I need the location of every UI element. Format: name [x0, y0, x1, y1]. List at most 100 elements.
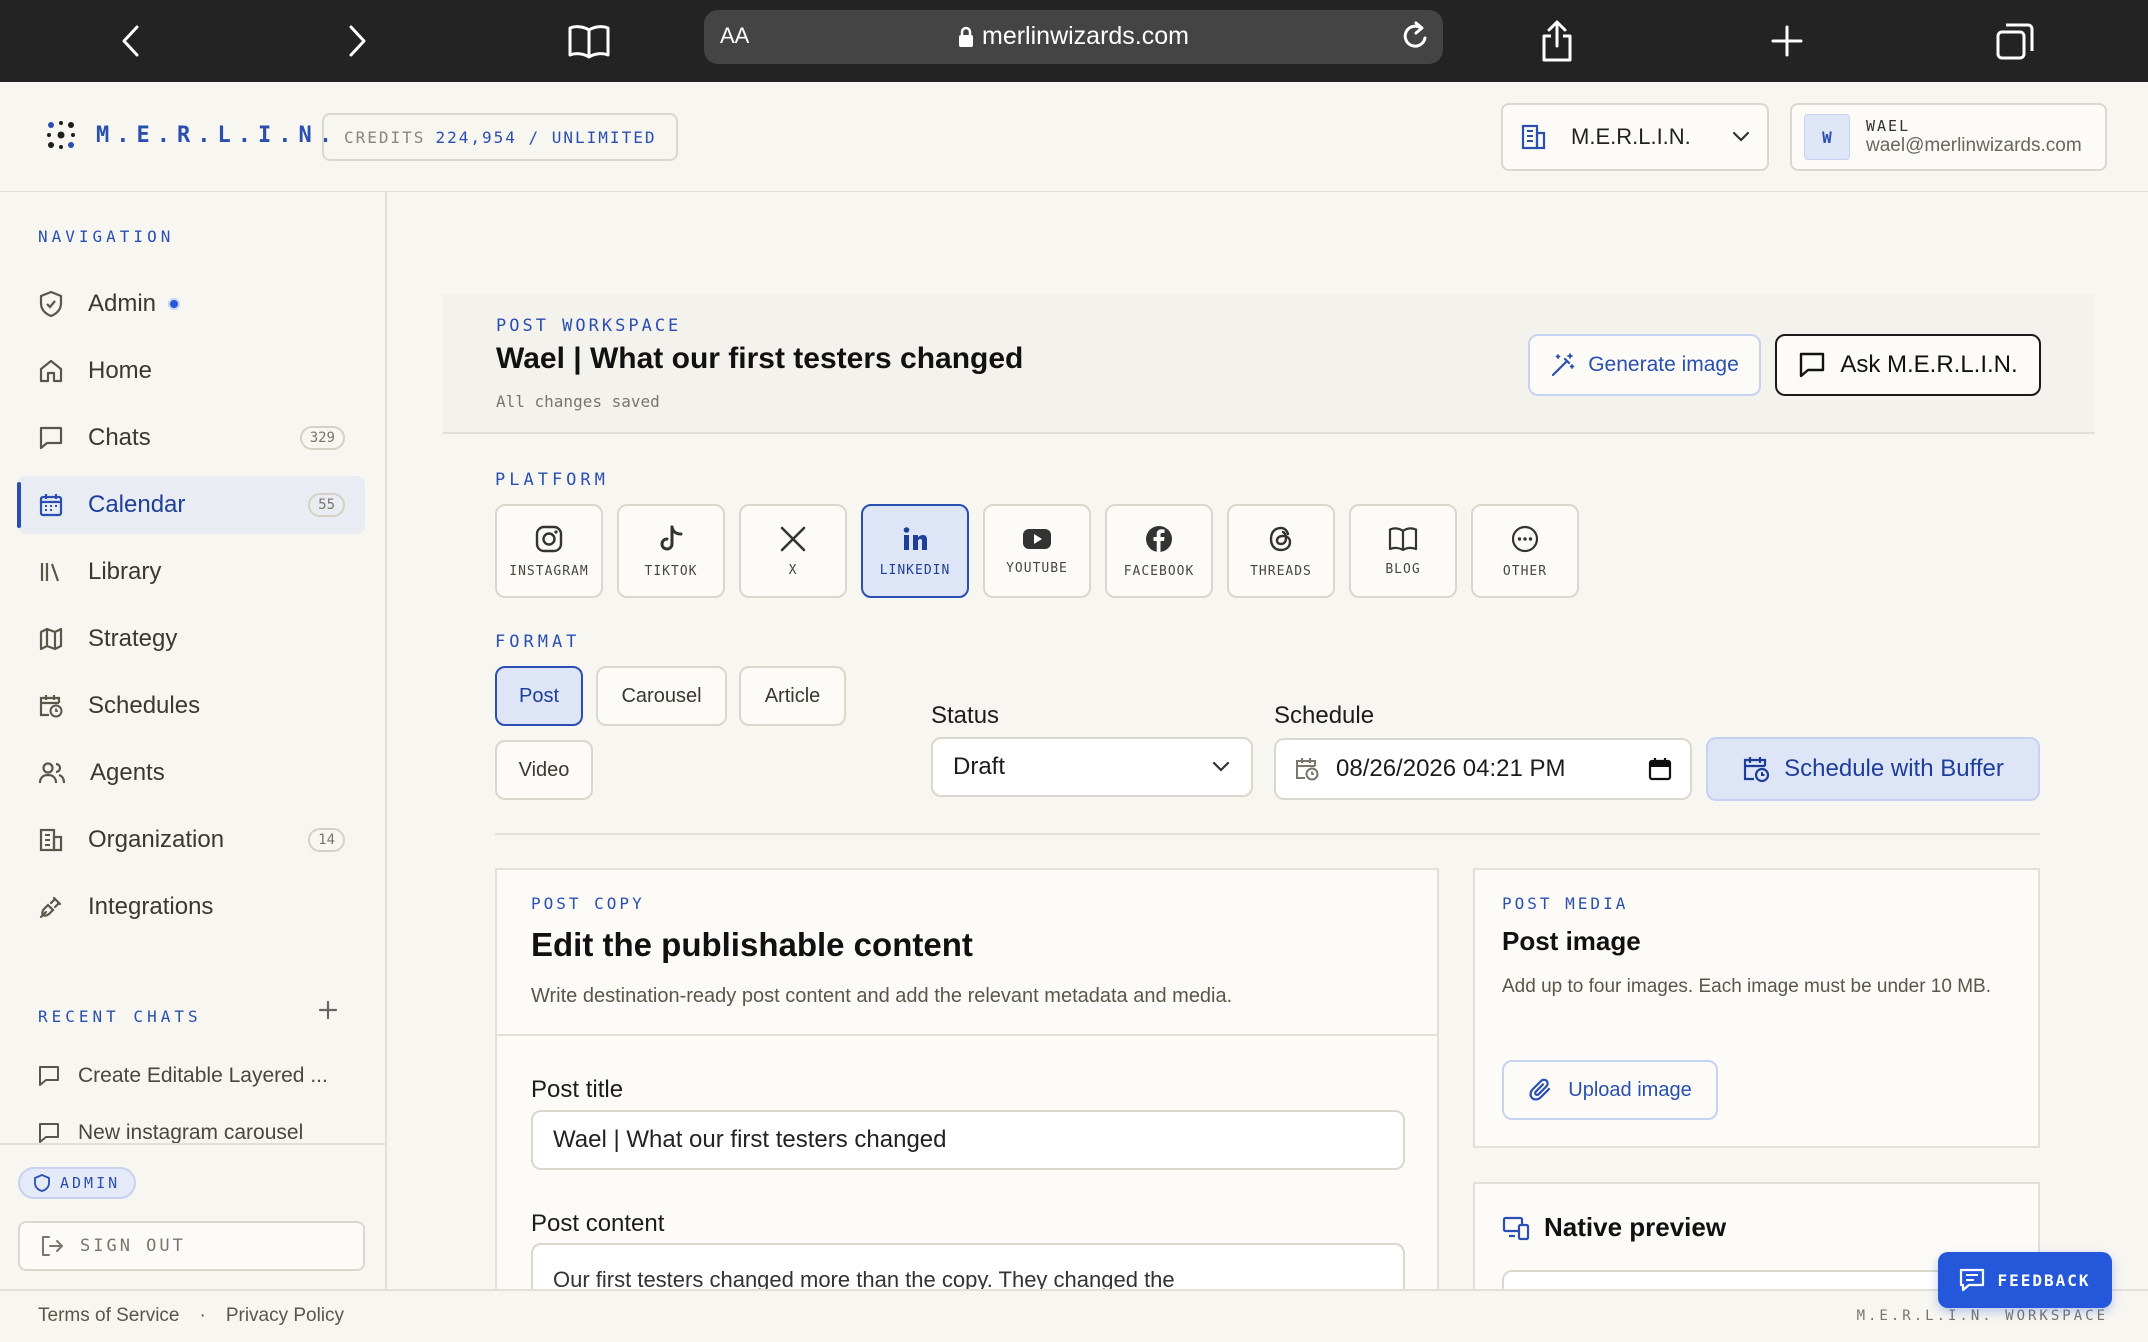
chevron-down-icon [1732, 131, 1750, 142]
sidebar-item-agents[interactable]: Agents [18, 744, 365, 802]
platform-option-tiktok[interactable]: TIKTOK [617, 504, 725, 598]
share-button[interactable] [1530, 14, 1584, 68]
forward-button[interactable] [330, 14, 384, 68]
chevron-left-icon [122, 25, 139, 57]
schedule-datetime-input[interactable]: 08/26/2026 04:21 PM [1274, 738, 1692, 800]
format-option-article[interactable]: Article [739, 666, 846, 726]
privacy-link[interactable]: Privacy Policy [226, 1305, 344, 1327]
instagram-icon [535, 525, 563, 552]
credits-label: CREDITS [344, 127, 426, 147]
sidebar-item-calendar[interactable]: Calendar 55 [17, 476, 365, 534]
save-status: All changes saved [496, 392, 660, 411]
sidebar-item-label: Organization [88, 826, 225, 853]
sign-out-button[interactable]: SIGN OUT [18, 1221, 365, 1271]
logo[interactable]: M.E.R.L.I.N. [46, 120, 339, 150]
sidebar-item-strategy[interactable]: Strategy [18, 610, 365, 668]
user-menu[interactable]: W WAEL wael@merlinwizards.com [1790, 103, 2107, 171]
divider [495, 833, 2040, 835]
address-bar[interactable]: AA merlinwizards.com [704, 10, 1443, 64]
schedule-with-buffer-button[interactable]: Schedule with Buffer [1706, 737, 2040, 801]
sidebar: NAVIGATION Admin Home Chats 329 Calendar… [0, 192, 387, 1289]
footer-separator: · [199, 1305, 206, 1326]
format-option-video[interactable]: Video [495, 740, 593, 800]
count-badge: 14 [308, 828, 345, 852]
recent-chat-item[interactable]: Create Editable Layered ... [38, 1064, 328, 1088]
user-email: wael@merlinwizards.com [1866, 135, 2082, 156]
sign-out-label: SIGN OUT [80, 1236, 186, 1256]
more-icon [1511, 525, 1539, 552]
credits-indicator: CREDITS 224,954 / UNLIMITED [322, 113, 679, 161]
calendar-picker-icon[interactable] [1648, 757, 1672, 781]
sidebar-item-schedules[interactable]: Schedules [18, 677, 365, 735]
platform-option-facebook[interactable]: FACEBOOK [1105, 504, 1213, 598]
building-icon [39, 828, 63, 852]
format-option-carousel[interactable]: Carousel [596, 666, 727, 726]
sidebar-item-label: Admin [88, 290, 157, 317]
platform-option-threads[interactable]: THREADS [1227, 504, 1335, 598]
new-chat-button[interactable] [318, 1000, 338, 1020]
footer-links: Terms of Service · Privacy Policy [38, 1305, 344, 1327]
credits-value: 224,954 / UNLIMITED [435, 127, 657, 147]
new-tab-button[interactable] [1760, 14, 1814, 68]
notification-dot [168, 298, 181, 310]
format-option-post[interactable]: Post [495, 666, 583, 726]
post-title-input[interactable]: Wael | What our first testers changed [531, 1110, 1405, 1170]
sidebar-item-admin[interactable]: Admin [18, 275, 365, 333]
status-label: Status [931, 702, 1000, 729]
admin-badge-label: ADMIN [60, 1174, 121, 1192]
feedback-button[interactable]: FEEDBACK [1938, 1252, 2112, 1308]
post-copy-description: Write destination-ready post content and… [531, 985, 1233, 1007]
post-content-textarea[interactable]: Our first testers changed more than the … [531, 1243, 1405, 1289]
sidebar-item-label: Strategy [88, 625, 178, 652]
sidebar-item-home[interactable]: Home [18, 342, 365, 400]
footer-brand: M.E.R.L.I.N. WORKSPACE [1856, 1308, 2108, 1324]
status-select[interactable]: Draft [931, 737, 1253, 797]
generate-image-label: Generate image [1588, 353, 1739, 376]
reload-button[interactable] [1399, 20, 1431, 54]
platform-option-other[interactable]: OTHER [1471, 504, 1579, 598]
sidebar-footer: ADMIN SIGN OUT [0, 1143, 385, 1289]
generate-image-button[interactable]: Generate image [1528, 334, 1761, 396]
platform-option-x[interactable]: X [739, 504, 847, 598]
terms-link[interactable]: Terms of Service [38, 1305, 179, 1327]
sidebar-item-label: Schedules [88, 692, 201, 719]
bookmarks-button[interactable] [562, 14, 616, 68]
url-display[interactable]: merlinwizards.com [704, 22, 1443, 51]
paperclip-icon [1529, 1078, 1551, 1101]
post-copy-header: POST COPY Edit the publishable content W… [497, 870, 1437, 1036]
chevron-down-icon [1212, 761, 1230, 772]
ask-merlin-label: Ask M.E.R.L.I.N. [1840, 351, 2018, 378]
sidebar-item-library[interactable]: Library [18, 543, 365, 601]
sidebar-item-integrations[interactable]: Integrations [18, 878, 365, 936]
platform-label: PLATFORM [495, 470, 609, 490]
sidebar-item-label: Integrations [88, 893, 214, 920]
page-title: Wael | What our first testers changed [496, 342, 1024, 375]
platform-label: FACEBOOK [1123, 563, 1195, 579]
schedule-label: Schedule [1274, 702, 1375, 729]
tabs-button[interactable] [1988, 14, 2042, 68]
platform-option-blog[interactable]: BLOG [1349, 504, 1457, 598]
native-preview-title: Native preview [1544, 1212, 1727, 1242]
platform-label: BLOG [1385, 561, 1421, 577]
sidebar-item-chats[interactable]: Chats 329 [18, 409, 365, 467]
platform-option-instagram[interactable]: INSTAGRAM [495, 504, 603, 598]
platform-option-youtube[interactable]: YOUTUBE [983, 504, 1091, 598]
sidebar-item-label: Agents [90, 759, 165, 786]
upload-image-button[interactable]: Upload image [1502, 1060, 1718, 1120]
library-icon [40, 563, 60, 582]
magic-wand-icon [1552, 353, 1575, 377]
platform-selector: INSTAGRAM TIKTOK X LINKEDIN YOUTUBE FACE… [495, 504, 1579, 598]
recent-chat-label: New instagram carousel [78, 1121, 304, 1144]
back-button[interactable] [104, 14, 158, 68]
platform-option-linkedin[interactable]: LINKEDIN [861, 504, 969, 598]
home-icon [39, 359, 63, 383]
workspace-header: POST WORKSPACE Wael | What our first tes… [443, 294, 2095, 434]
ask-merlin-button[interactable]: Ask M.E.R.L.I.N. [1775, 334, 2041, 396]
lock-icon [959, 26, 973, 47]
linkedin-icon [903, 526, 927, 550]
sidebar-item-organization[interactable]: Organization 14 [18, 811, 365, 869]
native-preview-frame [1502, 1270, 2012, 1289]
recent-chat-item[interactable]: New instagram carousel [38, 1121, 303, 1145]
organization-select[interactable]: M.E.R.L.I.N. [1501, 103, 1769, 171]
post-copy-card: POST COPY Edit the publishable content W… [495, 868, 1439, 1289]
